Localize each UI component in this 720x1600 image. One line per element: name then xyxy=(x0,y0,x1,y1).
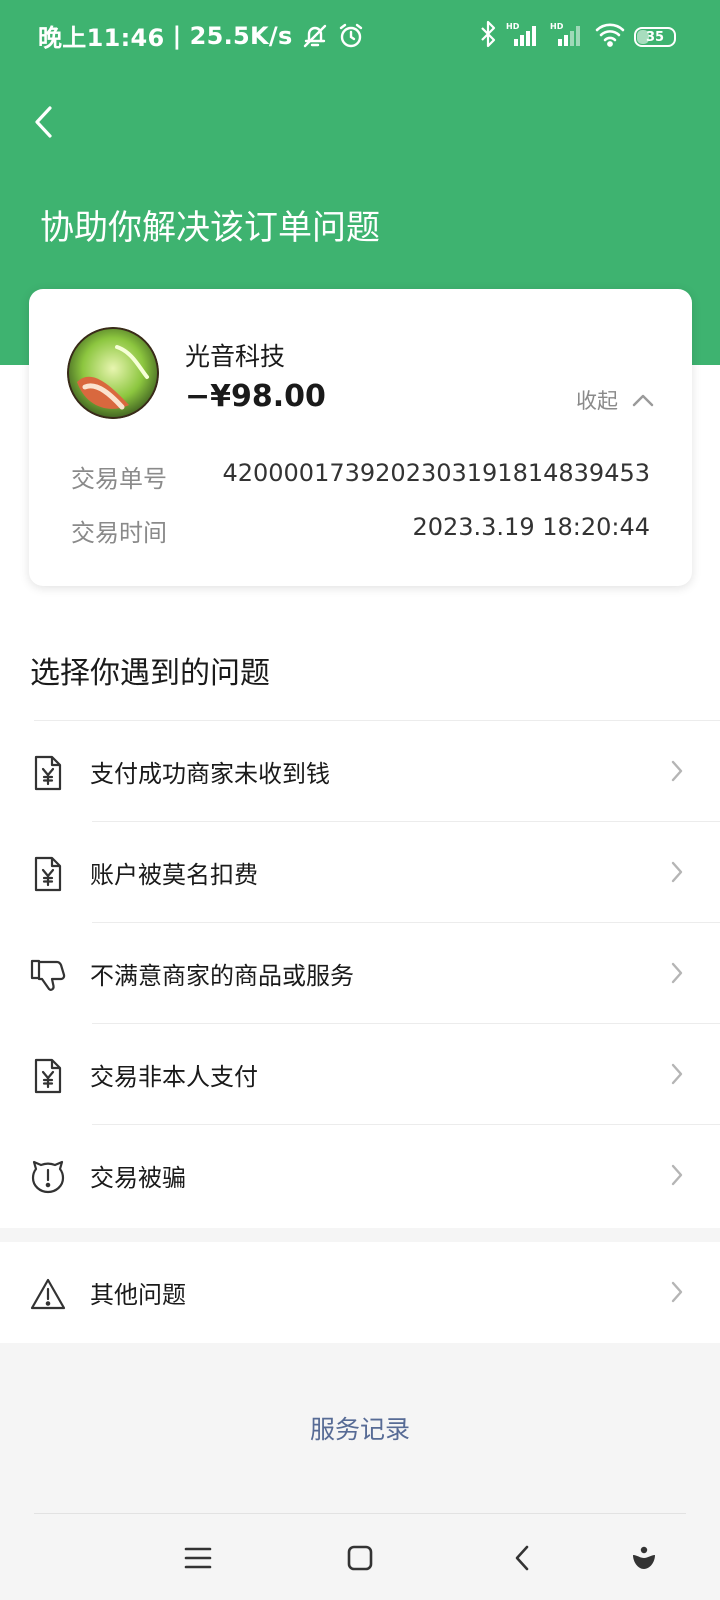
merchant-avatar xyxy=(67,327,159,419)
chevron-right-icon xyxy=(670,1062,684,1090)
receipt-yen-icon xyxy=(30,755,66,791)
chevron-right-icon xyxy=(670,961,684,989)
order-time-value: 2023.3.19 18:20:44 xyxy=(412,513,650,541)
problem-label: 交易非本人支付 xyxy=(90,1063,258,1091)
nav-back-button[interactable] xyxy=(500,1536,544,1580)
page-title: 协助你解决该订单问题 xyxy=(40,208,380,248)
section-gap xyxy=(0,1228,720,1242)
problem-label: 不满意商家的商品或服务 xyxy=(90,962,354,990)
receipt-yen-icon xyxy=(30,1058,66,1094)
merchant-name: 光音科技 xyxy=(185,342,286,371)
home-button[interactable] xyxy=(338,1536,382,1580)
problem-list: 支付成功商家未收到钱 账户被莫名扣费 不满意商家的商品或服务 交易非本人支付 交… xyxy=(0,721,720,1226)
battery-level: 35 xyxy=(645,29,665,45)
signal-hd-icon: HD xyxy=(506,21,542,53)
warning-triangle-icon xyxy=(30,1276,66,1312)
collapse-label: 收起 xyxy=(576,389,618,413)
signal-hd-icon-2: HD xyxy=(550,21,586,53)
menu-button[interactable] xyxy=(176,1536,220,1580)
back-button[interactable] xyxy=(24,100,64,144)
menu-icon xyxy=(184,1547,212,1569)
status-separator: | xyxy=(172,21,182,50)
order-number-row: 交易单号 4200001739202303191814839453 xyxy=(71,459,650,494)
problem-label: 交易被骗 xyxy=(90,1164,186,1192)
order-card: 光音科技 −¥98.00 收起 交易单号 4200001739202303191… xyxy=(29,289,692,586)
alert-face-icon xyxy=(30,1159,66,1195)
order-number-value: 4200001739202303191814839453 xyxy=(222,459,650,487)
collapse-toggle[interactable]: 收起 xyxy=(576,385,654,415)
problems-title: 选择你遇到的问题 xyxy=(30,656,270,691)
chevron-right-icon xyxy=(670,860,684,888)
back-triangle-icon xyxy=(515,1545,529,1571)
order-time-row: 交易时间 2023.3.19 18:20:44 xyxy=(71,513,650,548)
wifi-icon xyxy=(594,21,626,53)
status-time: 晚上11:46 xyxy=(38,24,165,52)
chevron-right-icon xyxy=(670,759,684,787)
order-number-label: 交易单号 xyxy=(71,465,167,493)
assistant-button[interactable] xyxy=(622,1536,666,1580)
problem-item-unexplained-charge[interactable]: 账户被莫名扣费 xyxy=(0,822,720,923)
receipt-yen-icon xyxy=(30,856,66,892)
svg-text:HD: HD xyxy=(550,22,564,31)
problem-label: 支付成功商家未收到钱 xyxy=(90,760,330,788)
problem-label: 账户被莫名扣费 xyxy=(90,861,258,889)
network-speed: 25.5K/s xyxy=(189,21,293,50)
chevron-left-icon xyxy=(35,106,52,138)
assistant-icon xyxy=(633,1546,655,1569)
problem-item-scammed[interactable]: 交易被骗 xyxy=(0,1125,720,1226)
battery-indicator: 35 xyxy=(634,27,676,47)
alarm-icon xyxy=(337,22,365,50)
problem-item-not-self-payment[interactable]: 交易非本人支付 xyxy=(0,1024,720,1125)
status-right: HD HD 35 xyxy=(478,20,676,54)
problem-item-other[interactable]: 其他问题 xyxy=(0,1242,720,1343)
service-record-link[interactable]: 服务记录 xyxy=(0,1410,720,1446)
mute-bell-icon xyxy=(301,22,329,50)
chevron-right-icon xyxy=(670,1163,684,1191)
chevron-up-icon xyxy=(632,394,654,407)
status-left: 晚上11:46 | 25.5K/s xyxy=(38,18,365,53)
problem-label: 其他问题 xyxy=(90,1281,186,1309)
system-nav-bar xyxy=(0,1514,720,1600)
thumbs-down-icon xyxy=(30,957,66,993)
status-bar: 晚上11:46 | 25.5K/s HD HD 35 xyxy=(0,0,720,70)
svg-text:HD: HD xyxy=(506,22,520,31)
home-square-icon xyxy=(347,1545,373,1571)
chevron-right-icon xyxy=(670,1280,684,1308)
bluetooth-icon xyxy=(478,20,498,54)
problem-item-unsatisfied-goods[interactable]: 不满意商家的商品或服务 xyxy=(0,923,720,1024)
problem-item-payment-not-received[interactable]: 支付成功商家未收到钱 xyxy=(0,721,720,822)
order-time-label: 交易时间 xyxy=(71,519,167,547)
order-amount: −¥98.00 xyxy=(185,379,326,414)
